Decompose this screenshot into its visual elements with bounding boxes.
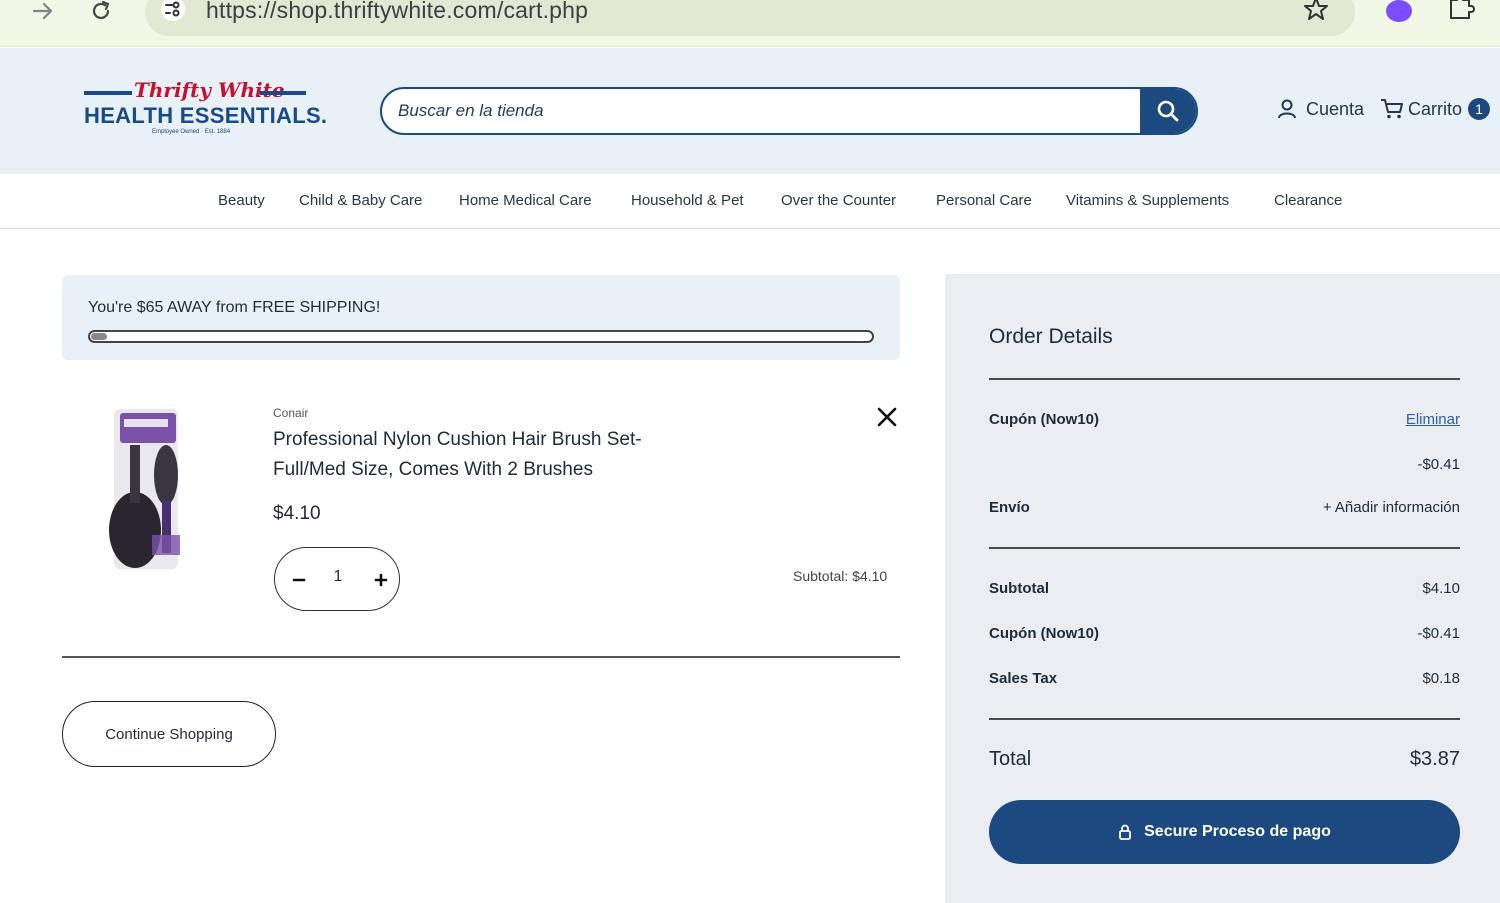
search-button[interactable] bbox=[1140, 89, 1196, 133]
category-over-the-counter[interactable]: Over the Counter bbox=[781, 192, 896, 209]
search-box bbox=[380, 87, 1198, 135]
quantity-stepper: 1 bbox=[274, 547, 400, 611]
sales-tax-value: $0.18 bbox=[1422, 670, 1460, 687]
add-shipping-info-link[interactable]: + Añadir información bbox=[1323, 499, 1460, 516]
order-details-title: Order Details bbox=[989, 325, 1113, 348]
thrifty-white-logo[interactable]: Thrifty White HEALTH ESSENTIALS. Employe… bbox=[84, 78, 327, 140]
cart-count-badge: 1 bbox=[1468, 98, 1491, 120]
item-subtotal-value: $4.10 bbox=[852, 568, 888, 584]
total-value: $3.87 bbox=[1409, 748, 1460, 770]
item-subtotal-label: Subtotal: bbox=[793, 568, 849, 584]
category-personal-care[interactable]: Personal Care bbox=[936, 192, 1032, 209]
free-shipping-message: You're $65 AWAY from FREE SHIPPING! bbox=[88, 299, 381, 316]
logo-script-text: Thrifty White bbox=[134, 78, 285, 102]
decrease-quantity-button[interactable] bbox=[285, 566, 313, 594]
remove-coupon-link[interactable]: Eliminar bbox=[1406, 411, 1460, 428]
site-settings-icon[interactable] bbox=[160, 0, 186, 22]
coupon-discount: -$0.41 bbox=[1417, 456, 1460, 473]
shipping-progress-bar bbox=[88, 330, 874, 343]
reload-icon[interactable] bbox=[86, 0, 116, 22]
forward-arrow-icon[interactable] bbox=[28, 0, 58, 22]
close-icon bbox=[877, 407, 897, 427]
coupon-summary-label: Cupón (Now10) bbox=[989, 625, 1099, 642]
site-header: Thrifty White HEALTH ESSENTIALS. Employe… bbox=[0, 48, 1500, 174]
minus-icon bbox=[292, 578, 306, 582]
remove-item-button[interactable] bbox=[875, 405, 899, 429]
quantity-value[interactable]: 1 bbox=[325, 568, 351, 586]
summary-divider bbox=[989, 547, 1460, 549]
shipping-label: Envío bbox=[989, 499, 1030, 516]
user-icon bbox=[1278, 99, 1296, 119]
summary-divider bbox=[989, 718, 1460, 720]
category-child-baby-care[interactable]: Child & Baby Care bbox=[299, 192, 422, 209]
secure-checkout-button[interactable]: Secure Proceso de pago bbox=[989, 800, 1460, 864]
sales-tax-label: Sales Tax bbox=[989, 670, 1058, 687]
checkout-label: Secure Proceso de pago bbox=[1144, 823, 1331, 840]
coupon-summary-value: -$0.41 bbox=[1417, 625, 1460, 642]
lock-icon bbox=[1119, 824, 1132, 840]
search-input[interactable] bbox=[398, 89, 1138, 133]
account-label: Cuenta bbox=[1306, 98, 1365, 119]
search-icon bbox=[1157, 100, 1179, 122]
account-link[interactable]: Cuenta bbox=[1276, 98, 1364, 120]
cart-label: Carrito bbox=[1408, 98, 1463, 119]
bookmark-star-icon[interactable] bbox=[1302, 0, 1330, 22]
category-vitamins-supplements[interactable]: Vitamins & Supplements bbox=[1066, 192, 1229, 209]
browser-toolbar: https://shop.thriftywhite.com/cart.php bbox=[0, 0, 1500, 47]
item-subtotal: Subtotal: $4.10 bbox=[793, 568, 887, 584]
product-image[interactable] bbox=[100, 405, 192, 575]
logo-tagline: Employee Owned · Est. 1884 bbox=[152, 129, 231, 135]
total-label: Total bbox=[989, 748, 1032, 770]
logo-bar-right bbox=[260, 91, 306, 95]
subtotal-value: $4.10 bbox=[1422, 580, 1460, 597]
category-clearance[interactable]: Clearance bbox=[1274, 192, 1342, 209]
order-summary-panel: Order Details Cupón (Now10) Eliminar -$0… bbox=[945, 274, 1500, 903]
cart-link[interactable]: Carrito 1 bbox=[1380, 98, 1491, 120]
continue-shopping-button[interactable]: Continue Shopping bbox=[62, 701, 276, 767]
logo-bar-left bbox=[84, 91, 132, 95]
increase-quantity-button[interactable] bbox=[367, 566, 395, 594]
category-home-medical-care[interactable]: Home Medical Care bbox=[459, 192, 592, 209]
product-price: $4.10 bbox=[273, 503, 321, 524]
product-brand: Conair bbox=[273, 406, 309, 420]
category-beauty[interactable]: Beauty bbox=[218, 192, 265, 209]
plus-icon bbox=[374, 573, 388, 587]
extensions-puzzle-icon[interactable] bbox=[1447, 0, 1475, 22]
logo-main-text: HEALTH ESSENTIALS. bbox=[84, 103, 328, 128]
cart-icon bbox=[1381, 99, 1403, 119]
coupon-label: Cupón (Now10) bbox=[989, 411, 1099, 428]
shipping-progress-fill bbox=[91, 333, 107, 340]
product-title[interactable]: Professional Nylon Cushion Hair Brush Se… bbox=[273, 425, 713, 485]
subtotal-label: Subtotal bbox=[989, 580, 1049, 597]
category-nav: Beauty Child & Baby Care Home Medical Ca… bbox=[0, 174, 1500, 229]
free-shipping-banner: You're $65 AWAY from FREE SHIPPING! bbox=[62, 275, 900, 360]
item-divider bbox=[62, 656, 900, 658]
summary-divider bbox=[989, 378, 1460, 380]
extension-icon[interactable] bbox=[1386, 0, 1412, 22]
url-text[interactable]: https://shop.thriftywhite.com/cart.php bbox=[206, 0, 588, 24]
category-household-pet[interactable]: Household & Pet bbox=[631, 192, 744, 209]
